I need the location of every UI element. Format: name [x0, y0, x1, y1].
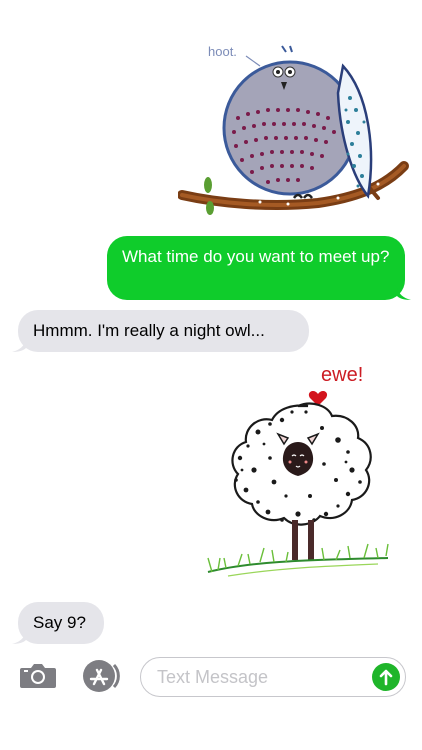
sheep-caption: ewe!: [321, 364, 364, 386]
message-placeholder: Text Message: [157, 667, 269, 687]
owl-illustration: [177, 45, 409, 215]
message-thread: hoot. What time do you want to meet up? …: [0, 0, 422, 650]
owl-sticker[interactable]: hoot.: [177, 38, 410, 218]
message-input-bar: Text Message: [0, 652, 422, 704]
sheep-illustration: [207, 391, 389, 577]
outgoing-bubble-tail: [397, 288, 411, 300]
app-store-button[interactable]: [80, 658, 120, 694]
message-text: Say 9?: [33, 613, 86, 632]
send-arrow-icon: [379, 669, 393, 686]
sheep-sticker[interactable]: ewe!: [198, 362, 398, 590]
owl-caption: hoot.: [208, 44, 237, 59]
incoming-bubble-tail: [12, 632, 26, 644]
incoming-message[interactable]: Say 9?: [18, 602, 104, 644]
message-text: What time do you want to meet up?: [122, 247, 390, 266]
camera-button[interactable]: [18, 660, 58, 692]
incoming-message[interactable]: Hmmm. I'm really a night owl...: [18, 310, 309, 352]
camera-icon: [20, 664, 56, 688]
send-button[interactable]: [372, 663, 400, 691]
app-store-icon: [83, 660, 120, 692]
message-text-field[interactable]: Text Message: [140, 657, 406, 697]
outgoing-message[interactable]: What time do you want to meet up?: [107, 236, 405, 300]
message-text: Hmmm. I'm really a night owl...: [33, 321, 265, 340]
incoming-bubble-tail: [12, 340, 26, 352]
